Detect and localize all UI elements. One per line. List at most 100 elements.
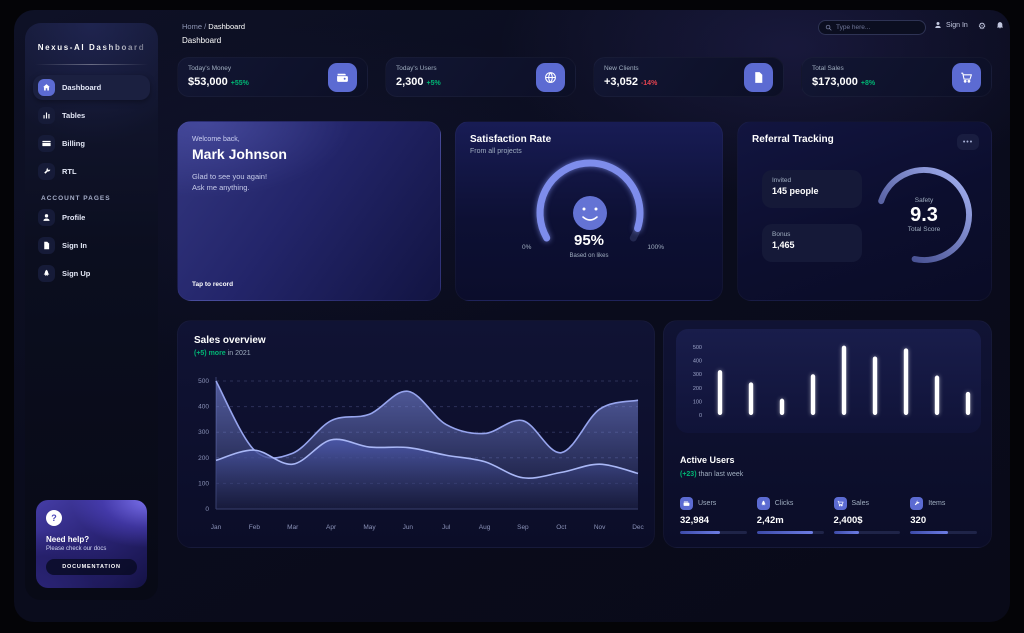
svg-text:400: 400 bbox=[693, 359, 702, 365]
progress-bar bbox=[834, 531, 901, 534]
breadcrumb-current: Dashboard bbox=[208, 22, 245, 31]
svg-text:400: 400 bbox=[198, 404, 209, 411]
settings-button[interactable]: ⚙ bbox=[978, 21, 986, 32]
invited-label: Invited bbox=[772, 177, 852, 184]
sidebar-item-billing[interactable]: Billing bbox=[33, 131, 150, 156]
sidebar-item-tables[interactable]: Tables bbox=[33, 103, 150, 128]
gear-icon: ⚙ bbox=[978, 21, 986, 32]
svg-text:200: 200 bbox=[198, 455, 209, 462]
stat-value: +3,052 bbox=[604, 76, 638, 88]
bonus-stat: Bonus 1,465 bbox=[762, 224, 862, 262]
sidebar-item-label: Billing bbox=[62, 139, 85, 148]
satisfaction-value: 95% bbox=[456, 232, 722, 249]
stat-delta: +5% bbox=[427, 80, 441, 87]
metric-items: Items 320 bbox=[910, 497, 977, 534]
progress-bar bbox=[910, 531, 977, 534]
rocket-icon bbox=[38, 265, 55, 282]
help-subtitle: Please check our docs bbox=[46, 546, 137, 552]
metric-label: Items bbox=[928, 500, 945, 507]
sales-line-chart: 0100200300400500JanFebMarAprMayJunJulAug… bbox=[186, 371, 648, 539]
stat-card-total-sales: Total Sales $173,000+8% bbox=[801, 57, 992, 97]
metric-label: Sales bbox=[852, 500, 870, 507]
stat-card-todays-users: Today's Users 2,300+5% bbox=[385, 57, 576, 97]
sales-overview-card: Sales overview (+5) more in 2021 0100200… bbox=[177, 320, 655, 548]
search-icon bbox=[825, 24, 832, 31]
bar-chart-icon bbox=[38, 107, 55, 124]
active-users-subtitle: (+23) than last week bbox=[680, 471, 743, 478]
documentation-button[interactable]: DOCUMENTATION bbox=[46, 559, 137, 575]
document-icon bbox=[38, 237, 55, 254]
smiley-icon bbox=[573, 196, 607, 230]
tap-to-record-button[interactable]: Tap to record bbox=[192, 281, 233, 288]
referral-tracking-card: Referral Tracking ••• Invited 145 people… bbox=[737, 121, 992, 301]
safety-label: Safety bbox=[915, 197, 933, 204]
app-logo: Nexus-AI Dashboard bbox=[25, 43, 158, 52]
sidebar-section-label: ACCOUNT PAGES bbox=[41, 195, 158, 202]
sidebar-item-rtl[interactable]: RTL bbox=[33, 159, 150, 184]
sales-delta-line: (+5) more in 2021 bbox=[194, 350, 638, 357]
sidebar-divider bbox=[35, 64, 148, 65]
metric-clicks: Clicks 2,42m bbox=[757, 497, 824, 534]
svg-text:500: 500 bbox=[693, 345, 702, 351]
breadcrumb-home[interactable]: Home bbox=[182, 22, 202, 31]
document-icon bbox=[744, 63, 773, 92]
search-input[interactable] bbox=[836, 24, 919, 31]
welcome-line1: Glad to see you again! bbox=[192, 172, 426, 181]
active-users-title: Active Users bbox=[680, 455, 735, 465]
more-options-button[interactable]: ••• bbox=[957, 134, 979, 150]
metric-label: Users bbox=[698, 500, 716, 507]
help-card: ? Need help? Please check our docs DOCUM… bbox=[36, 500, 147, 588]
person-icon bbox=[38, 209, 55, 226]
active-users-card: 5004003002001000 Active Users (+23) than… bbox=[663, 320, 992, 548]
help-title: Need help? bbox=[46, 535, 137, 544]
metric-sales: Sales 2,400$ bbox=[834, 497, 901, 534]
sidebar-item-profile[interactable]: Profile bbox=[33, 205, 150, 230]
activity-bar-chart-panel: 5004003002001000 bbox=[676, 329, 981, 433]
referral-title: Referral Tracking bbox=[752, 134, 977, 145]
svg-text:Jan: Jan bbox=[211, 524, 222, 531]
credit-card-icon bbox=[38, 135, 55, 152]
svg-text:Sep: Sep bbox=[517, 524, 529, 531]
active-users-delta: (+23) bbox=[680, 471, 697, 478]
activity-bar-chart: 5004003002001000 bbox=[676, 329, 981, 433]
stat-card-new-clients: New Clients +3,052-14% bbox=[593, 57, 784, 97]
stat-card-todays-money: Today's Money $53,000+55% bbox=[177, 57, 368, 97]
svg-text:300: 300 bbox=[198, 429, 209, 436]
breadcrumb: Home / Dashboard bbox=[182, 22, 245, 31]
progress-bar bbox=[680, 531, 747, 534]
sidebar-item-label: Sign Up bbox=[62, 269, 90, 278]
user-name: Mark Johnson bbox=[192, 146, 426, 162]
cart-icon bbox=[952, 63, 981, 92]
notifications-button[interactable] bbox=[996, 21, 1004, 29]
svg-text:Aug: Aug bbox=[479, 524, 491, 531]
sales-period: in 2021 bbox=[228, 350, 251, 357]
signin-button[interactable]: Sign In bbox=[934, 21, 968, 29]
svg-text:May: May bbox=[363, 524, 376, 531]
svg-text:Nov: Nov bbox=[594, 524, 606, 531]
satisfaction-title: Satisfaction Rate bbox=[470, 134, 708, 145]
dashboard-frame: Nexus-AI Dashboard Dashboard Tables Bill… bbox=[14, 10, 1010, 622]
welcome-line2: Ask me anything. bbox=[192, 183, 426, 192]
sidebar-item-signup[interactable]: Sign Up bbox=[33, 261, 150, 286]
sidebar-item-label: Profile bbox=[62, 213, 85, 222]
sidebar-item-label: Tables bbox=[62, 111, 85, 120]
svg-text:300: 300 bbox=[693, 372, 702, 378]
sidebar-item-signin[interactable]: Sign In bbox=[33, 233, 150, 258]
stat-delta: -14% bbox=[641, 80, 657, 87]
wrench-icon bbox=[910, 497, 923, 510]
page-title: Dashboard bbox=[182, 36, 221, 45]
metric-value: 320 bbox=[910, 515, 977, 526]
sidebar-item-label: Dashboard bbox=[62, 83, 101, 92]
svg-text:200: 200 bbox=[693, 386, 702, 392]
safety-score: 9.3 bbox=[910, 204, 938, 226]
sidebar-item-dashboard[interactable]: Dashboard bbox=[33, 75, 150, 100]
metric-value: 2,400$ bbox=[834, 515, 901, 526]
wallet-icon bbox=[680, 497, 693, 510]
welcome-card: Welcome back, Mark Johnson Glad to see y… bbox=[177, 121, 441, 301]
svg-text:0: 0 bbox=[699, 413, 702, 419]
wrench-icon bbox=[38, 163, 55, 180]
satisfaction-rate-card: Satisfaction Rate From all projects 0% 1… bbox=[455, 121, 723, 301]
invited-value: 145 people bbox=[772, 186, 852, 196]
stat-value: 2,300 bbox=[396, 76, 424, 88]
rocket-icon bbox=[757, 497, 770, 510]
